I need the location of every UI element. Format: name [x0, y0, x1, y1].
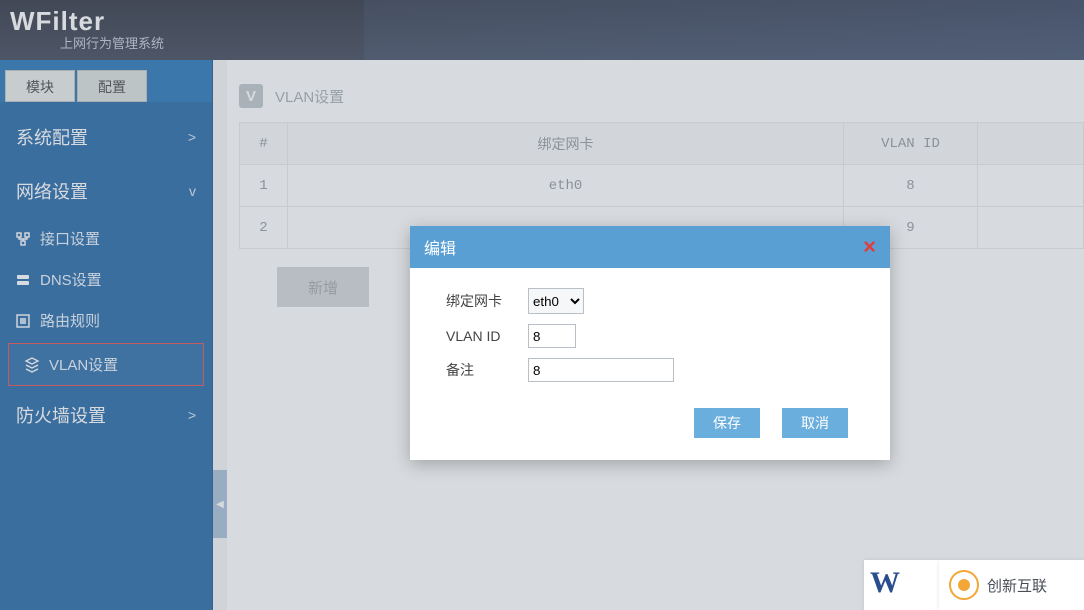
- footer-badge-brand[interactable]: 创新互联: [939, 560, 1084, 610]
- label-remark: 备注: [446, 360, 528, 380]
- vlan-id-input[interactable]: [528, 324, 576, 348]
- modal-title: 编辑: [424, 235, 456, 259]
- modal-footer: 保存 取消: [410, 400, 890, 460]
- edit-modal: 编辑 × 绑定网卡 eth0 VLAN ID 备注 保存 取消: [410, 226, 890, 460]
- label-vlan: VLAN ID: [446, 328, 528, 344]
- close-icon[interactable]: ×: [863, 236, 876, 258]
- form-row-vlan: VLAN ID: [446, 324, 864, 348]
- w-logo-icon: W: [870, 566, 900, 600]
- remark-input[interactable]: [528, 358, 674, 382]
- modal-body: 绑定网卡 eth0 VLAN ID 备注: [410, 268, 890, 400]
- save-button[interactable]: 保存: [694, 408, 760, 438]
- nic-select[interactable]: eth0: [528, 288, 584, 314]
- brand-circle-icon: [949, 570, 979, 600]
- cancel-button[interactable]: 取消: [782, 408, 848, 438]
- label-nic: 绑定网卡: [446, 291, 528, 311]
- footer-badge-w: W: [864, 560, 939, 610]
- brand-text: 创新互联: [987, 575, 1047, 596]
- form-row-nic: 绑定网卡 eth0: [446, 288, 864, 314]
- modal-header: 编辑 ×: [410, 226, 890, 268]
- form-row-remark: 备注: [446, 358, 864, 382]
